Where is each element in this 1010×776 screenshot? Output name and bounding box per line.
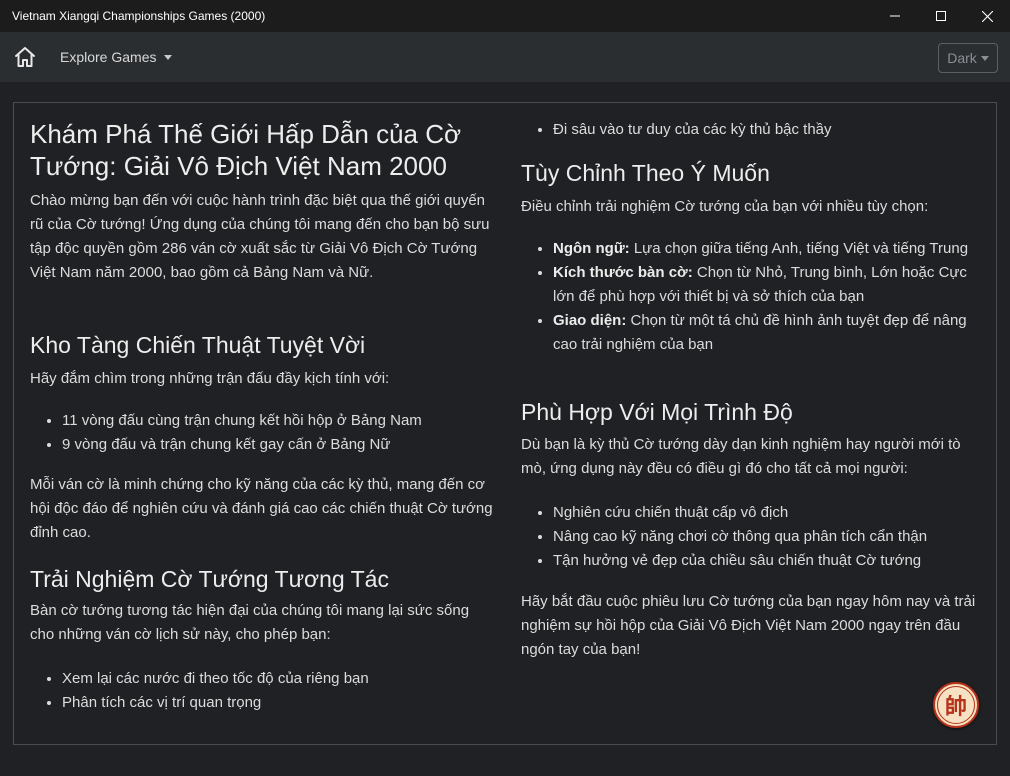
content-panel: Khám Phá Thế Giới Hấp Dẫn của Cờ Tướng: … [13, 102, 997, 745]
option-text-language: Lựa chọn giữa tiếng Anh, tiếng Việt và t… [629, 240, 969, 257]
option-label-board-size: Kích thước bàn cờ: [553, 264, 693, 281]
home-icon [15, 47, 35, 67]
interactive-list-continued: Đi sâu vào tư duy của các kỳ thủ bậc thầ… [521, 118, 976, 142]
closing-paragraph: Hãy bắt đầu cuộc phiêu lưu Cờ tướng của … [521, 593, 976, 658]
levels-intro: Dù bạn là kỳ thủ Cờ tướng dày dạn kinh n… [521, 436, 961, 477]
list-item: Giao diện: Chọn từ một tá chủ đề hình ản… [553, 309, 976, 357]
window-titlebar: Vietnam Xiangqi Championships Games (200… [0, 0, 1010, 32]
window-title: Vietnam Xiangqi Championships Games (200… [12, 9, 266, 23]
section-heading-levels: Phù Hợp Với Mọi Trình Độ [521, 399, 793, 425]
piece-glyph: 帥 [944, 694, 967, 720]
list-item: Phân tích các vị trí quan trọng [62, 691, 496, 715]
intro-paragraph: Chào mừng bạn đến với cuộc hành trình đặ… [30, 192, 490, 281]
minimize-icon [890, 15, 900, 17]
list-item: 9 vòng đấu và trận chung kết gay cấn ở B… [62, 433, 496, 457]
treasure-intro: Hãy đắm chìm trong những trận đấu đầy kị… [30, 370, 390, 387]
theme-label: Dark [947, 50, 977, 66]
general-piece-button[interactable]: 帥 [933, 682, 979, 728]
interactive-intro: Bàn cờ tướng tương tác hiện đại của chún… [30, 602, 470, 643]
list-item: Xem lại các nước đi theo tốc độ của riên… [62, 667, 496, 691]
explore-games-label: Explore Games [60, 49, 157, 65]
theme-dropdown[interactable]: Dark [938, 43, 998, 73]
maximize-icon [936, 11, 946, 21]
section-heading-interactive: Trải Nghiệm Cờ Tướng Tương Tác [30, 566, 389, 592]
navbar: Explore Games Dark [0, 32, 1010, 82]
general-piece-icon: 帥 [937, 686, 975, 724]
treasure-list: 11 vòng đấu cùng trận chung kết hồi hộp … [30, 409, 496, 457]
section-heading-treasure: Kho Tàng Chiến Thuật Tuyệt Vời [30, 332, 366, 358]
close-icon [981, 10, 993, 22]
maximize-button[interactable] [918, 0, 964, 32]
list-item: Tận hưởng vẻ đẹp của chiều sâu chiến thu… [553, 549, 976, 573]
list-item: Đi sâu vào tư duy của các kỳ thủ bậc thầ… [553, 118, 976, 142]
list-item: 11 vòng đấu cùng trận chung kết hồi hộp … [62, 409, 496, 433]
close-button[interactable] [964, 0, 1010, 32]
interactive-list: Xem lại các nước đi theo tốc độ của riên… [30, 667, 496, 715]
home-button[interactable] [12, 44, 38, 70]
option-label-theme: Giao diện: [553, 312, 627, 329]
minimize-button[interactable] [872, 0, 918, 32]
levels-list: Nghiên cứu chiến thuật cấp vô địch Nâng … [521, 501, 976, 573]
page-title: Khám Phá Thế Giới Hấp Dẫn của Cờ Tướng: … [30, 119, 462, 181]
custom-list: Ngôn ngữ: Lựa chọn giữa tiếng Anh, tiếng… [521, 237, 976, 357]
option-label-language: Ngôn ngữ: [553, 240, 630, 257]
list-item: Nâng cao kỹ năng chơi cờ thông qua phân … [553, 525, 976, 549]
chevron-down-icon [980, 55, 989, 61]
list-item: Kích thước bàn cờ: Chọn từ Nhỏ, Trung bì… [553, 261, 976, 309]
list-item: Nghiên cứu chiến thuật cấp vô địch [553, 501, 976, 525]
custom-intro: Điều chỉnh trải nghiệm Cờ tướng của bạn … [521, 198, 929, 215]
explore-games-dropdown[interactable]: Explore Games [60, 49, 173, 65]
list-item: Ngôn ngữ: Lựa chọn giữa tiếng Anh, tiếng… [553, 237, 976, 261]
chevron-down-icon [164, 54, 173, 60]
treasure-outro: Mỗi ván cờ là minh chứng cho kỹ năng của… [30, 476, 493, 541]
section-heading-custom: Tùy Chỉnh Theo Ý Muốn [521, 160, 770, 186]
